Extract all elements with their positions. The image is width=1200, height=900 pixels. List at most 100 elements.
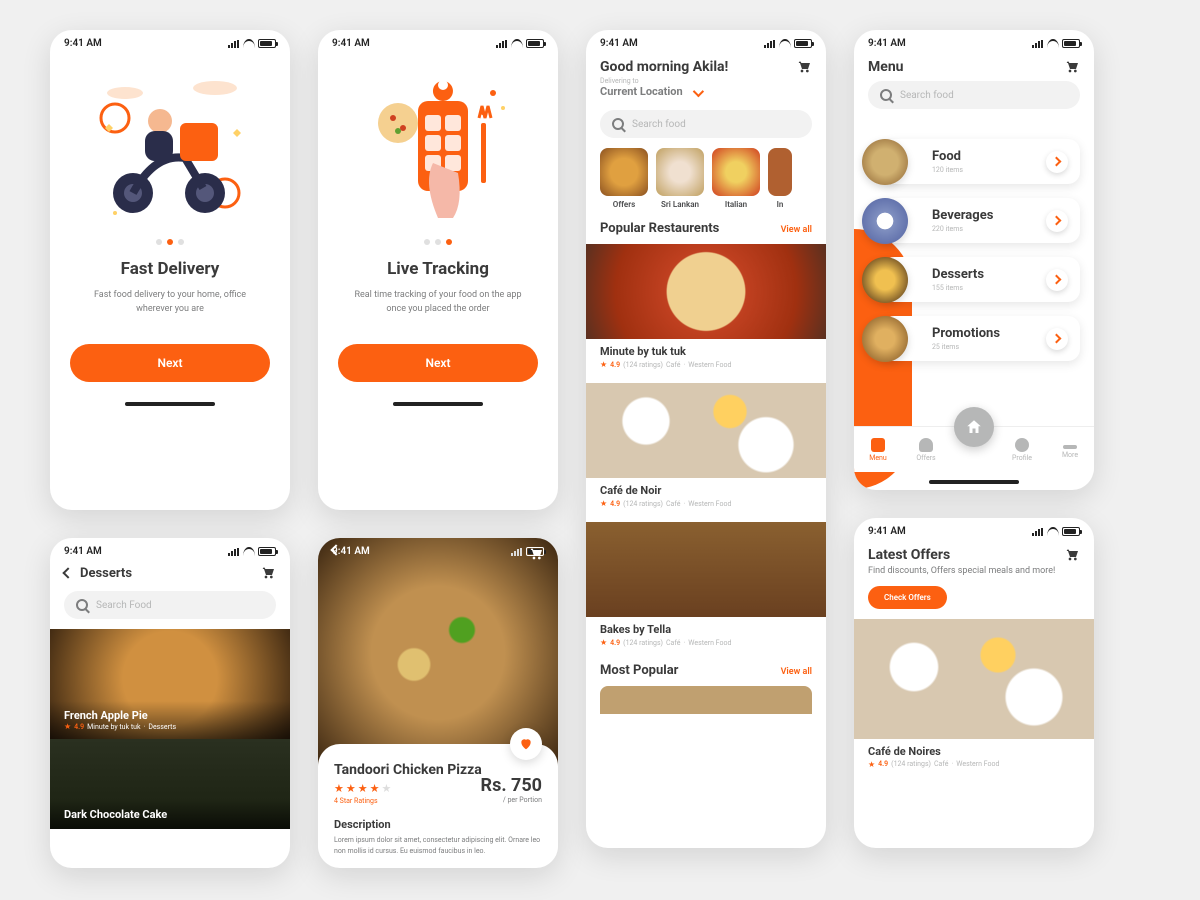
offers-screen: 9:41 AM Latest Offers Find discounts, Of… bbox=[854, 518, 1094, 848]
dessert-name: French Apple Pie bbox=[64, 709, 276, 722]
signal-icon bbox=[228, 40, 240, 48]
signal-icon bbox=[1032, 528, 1044, 536]
category-offers[interactable]: Offers bbox=[600, 148, 648, 209]
home-screen: 9:41 AM Good morning Akila! Delivering t… bbox=[586, 30, 826, 848]
status-time: 9:41 AM bbox=[64, 546, 102, 557]
search-icon bbox=[76, 599, 88, 611]
wifi-icon bbox=[1047, 39, 1059, 48]
menu-screen: 9:41 AM Menu Search food Food120 items bbox=[854, 30, 1094, 490]
category-italian[interactable]: Italian bbox=[712, 148, 760, 209]
page-title: Desserts bbox=[80, 566, 252, 581]
chevron-right-icon bbox=[1046, 328, 1068, 350]
cart-icon[interactable] bbox=[1064, 59, 1080, 75]
menu-item-food[interactable]: Food120 items bbox=[882, 139, 1080, 184]
check-offers-button[interactable]: Check Offers bbox=[868, 586, 947, 609]
restaurant-name: Café de Noires bbox=[854, 739, 1094, 760]
cart-icon[interactable] bbox=[528, 546, 544, 562]
menu-thumb bbox=[862, 139, 908, 185]
restaurant-card[interactable]: Café de Noir ★4.9(124 ratings)Café·Weste… bbox=[586, 383, 826, 514]
signal-icon bbox=[496, 40, 508, 48]
dessert-item[interactable]: Dark Chocolate Cake bbox=[50, 739, 290, 829]
tab-more[interactable]: More bbox=[1046, 427, 1094, 472]
onboarding-live-tracking-screen: 9:41 AM Live Tracking Real time tr bbox=[318, 30, 558, 510]
restaurant-name: Minute by tuk tuk bbox=[586, 339, 826, 360]
menu-thumb bbox=[862, 198, 908, 244]
grid-icon bbox=[871, 438, 885, 452]
restaurant-image bbox=[586, 522, 826, 617]
chevron-right-icon bbox=[1046, 210, 1068, 232]
cart-icon[interactable] bbox=[1064, 547, 1080, 563]
restaurant-card[interactable]: Bakes by Tella ★4.9(124 ratings)Café·Wes… bbox=[586, 522, 826, 653]
popular-item-preview[interactable] bbox=[600, 686, 812, 714]
category-sri-lankan[interactable]: Sri Lankan bbox=[656, 148, 704, 209]
menu-item-desserts[interactable]: Desserts155 items bbox=[882, 257, 1080, 302]
battery-icon bbox=[526, 39, 544, 48]
description-text: Lorem ipsum dolor sit amet, consectetur … bbox=[334, 835, 542, 856]
status-time: 9:41 AM bbox=[64, 38, 102, 49]
search-icon bbox=[880, 89, 892, 101]
status-time: 9:41 AM bbox=[332, 38, 370, 49]
search-placeholder: Search Food bbox=[96, 600, 152, 611]
status-bar: 9:41 AM bbox=[854, 518, 1094, 541]
dessert-item[interactable]: French Apple Pie ★ 4.9 Minute by tuk tuk… bbox=[50, 629, 290, 739]
menu-item-promotions[interactable]: Promotions25 items bbox=[882, 316, 1080, 361]
view-all-link[interactable]: View all bbox=[781, 667, 812, 677]
search-input[interactable]: Search Food bbox=[64, 591, 276, 619]
chevron-down-icon bbox=[693, 89, 703, 95]
current-location: Current Location bbox=[600, 85, 683, 98]
section-title: Most Popular bbox=[600, 663, 678, 678]
search-input[interactable]: Search food bbox=[600, 110, 812, 138]
category-row[interactable]: Offers Sri Lankan Italian In bbox=[586, 148, 826, 219]
favorite-button[interactable] bbox=[510, 728, 542, 760]
back-button[interactable] bbox=[330, 544, 341, 555]
delivering-to-label: Delivering to bbox=[586, 77, 826, 85]
user-icon bbox=[1015, 438, 1029, 452]
onboarding-subtitle: Real time tracking of your food on the a… bbox=[318, 289, 558, 316]
location-selector[interactable]: Current Location bbox=[586, 85, 826, 106]
star-icon: ★ bbox=[600, 638, 607, 647]
restaurant-meta: ★4.9(124 ratings)Café·Western Food bbox=[586, 638, 826, 653]
status-bar: 9:41 AM bbox=[50, 538, 290, 561]
back-button[interactable] bbox=[62, 567, 73, 578]
restaurant-image bbox=[854, 619, 1094, 739]
home-indicator[interactable] bbox=[393, 402, 483, 406]
home-indicator[interactable] bbox=[125, 402, 215, 406]
battery-icon bbox=[258, 547, 276, 556]
search-placeholder: Search food bbox=[900, 90, 954, 101]
onboarding-title: Live Tracking bbox=[318, 259, 558, 279]
category-indian[interactable]: In bbox=[768, 148, 792, 209]
tab-offers[interactable]: Offers bbox=[902, 427, 950, 472]
view-all-link[interactable]: View all bbox=[781, 225, 812, 235]
home-indicator[interactable] bbox=[929, 480, 1019, 484]
home-fab[interactable] bbox=[954, 407, 994, 447]
chevron-right-icon bbox=[1046, 269, 1068, 291]
menu-thumb bbox=[862, 257, 908, 303]
restaurant-meta: ★4.9(124 ratings)Café·Western Food bbox=[586, 360, 826, 375]
tab-profile[interactable]: Profile bbox=[998, 427, 1046, 472]
search-input[interactable]: Search food bbox=[868, 81, 1080, 109]
next-button[interactable]: Next bbox=[338, 344, 538, 382]
wifi-icon bbox=[779, 39, 791, 48]
tab-menu[interactable]: Menu bbox=[854, 427, 902, 472]
signal-icon bbox=[1032, 40, 1044, 48]
cart-icon[interactable] bbox=[260, 565, 276, 581]
cart-icon[interactable] bbox=[796, 59, 812, 75]
restaurant-card[interactable]: Minute by tuk tuk ★4.9(124 ratings)Café·… bbox=[586, 244, 826, 375]
tracking-illustration bbox=[318, 53, 558, 233]
battery-icon bbox=[794, 39, 812, 48]
desserts-screen: 9:41 AM Desserts Search Food French Appl… bbox=[50, 538, 290, 868]
restaurant-image bbox=[586, 383, 826, 478]
restaurant-meta: ★4.9(124 ratings)Café·Western Food bbox=[586, 499, 826, 514]
restaurant-image bbox=[586, 244, 826, 339]
signal-icon bbox=[764, 40, 776, 48]
restaurant-card[interactable]: Café de Noires ★4.9(124 ratings)Café·Wes… bbox=[854, 619, 1094, 775]
restaurant-meta: ★4.9(124 ratings)Café·Western Food bbox=[854, 760, 1094, 775]
star-icon: ★ bbox=[868, 760, 875, 769]
page-title: Latest Offers bbox=[868, 547, 950, 563]
menu-item-beverages[interactable]: Beverages220 items bbox=[882, 198, 1080, 243]
bag-icon bbox=[919, 438, 933, 452]
page-indicator bbox=[318, 239, 558, 245]
offers-subtitle: Find discounts, Offers special meals and… bbox=[854, 565, 1094, 578]
wifi-icon bbox=[1047, 527, 1059, 536]
next-button[interactable]: Next bbox=[70, 344, 270, 382]
